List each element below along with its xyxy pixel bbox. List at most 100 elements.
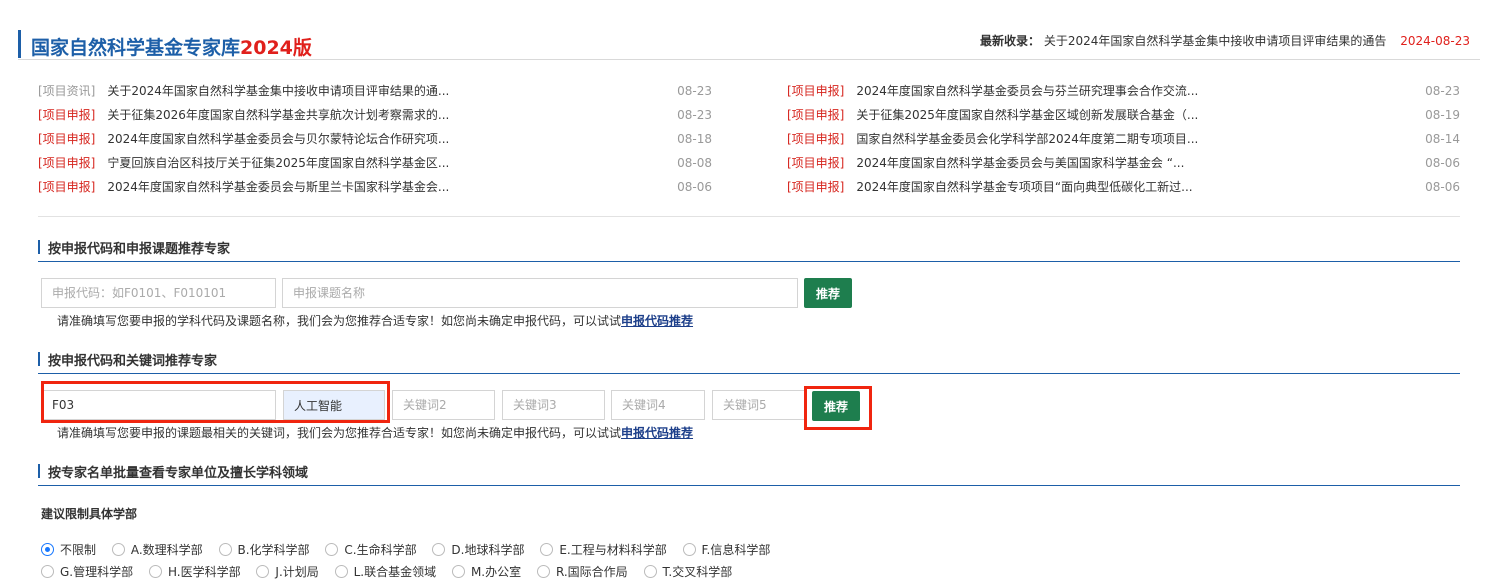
radio-option[interactable]: M.办公室	[451, 563, 522, 580]
section2-hint: 请准确填写您要申报的课题最相关的关键词，我们会为您推荐合适专家！如您尚未确定申报…	[57, 424, 693, 441]
news-item[interactable]: [项目申报] 2024年度国家自然科学基金专项项目“面向典型低碳化工新过... 08…	[787, 178, 1462, 202]
radio-icon[interactable]	[451, 565, 465, 578]
news-item[interactable]: [项目申报] 关于征集2025年度国家自然科学基金区域创新发展联合基金（... 08…	[787, 106, 1462, 130]
radio-option[interactable]: B.化学科学部	[218, 541, 310, 558]
radio-option[interactable]: A.数理科学部	[111, 541, 203, 558]
keyword3-input[interactable]	[502, 390, 605, 420]
radio-option[interactable]: L.联合基金领域	[334, 563, 436, 580]
radio-option[interactable]: E.工程与材料科学部	[540, 541, 667, 558]
section-code-keyword-header: 按申报代码和关键词推荐专家	[38, 350, 1460, 374]
department-filter-label: 建议限制具体学部	[41, 507, 138, 521]
radio-icon[interactable]	[643, 565, 657, 578]
keyword4-input[interactable]	[611, 390, 705, 420]
news-category: [项目申报]	[38, 156, 96, 170]
apply-code-input[interactable]	[41, 278, 276, 308]
news-date: 08-06	[1425, 180, 1460, 194]
section-expert-list-header: 按专家名单批量查看专家单位及擅长学科领域	[38, 462, 1460, 486]
news-list-left: [项目资讯] 关于2024年国家自然科学基金集中接收申请项目评审结果的通... 08…	[38, 82, 748, 202]
news-date: 08-14	[1425, 132, 1460, 146]
news-item[interactable]: [项目申报] 2024年度国家自然科学基金委员会与贝尔蒙特论坛合作研究项... 08…	[38, 130, 748, 154]
radio-option[interactable]: G.管理科学部	[41, 563, 133, 580]
section-title: 按申报代码和申报课题推荐专家	[48, 242, 231, 257]
latest-link[interactable]: 关于2024年国家自然科学基金集中接收申请项目评审结果的通告	[1044, 34, 1387, 48]
radio-option[interactable]: C.生命科学部	[325, 541, 417, 558]
radio-icon[interactable]	[540, 543, 554, 556]
radio-label: G.管理科学部	[60, 565, 134, 579]
radio-icon[interactable]	[432, 543, 446, 556]
topic-name-input[interactable]	[282, 278, 798, 308]
news-title[interactable]: 2024年度国家自然科学基金专项项目“面向典型低碳化工新过...	[856, 180, 1192, 194]
radio-icon[interactable]	[41, 565, 54, 578]
news-date: 08-19	[1425, 108, 1460, 122]
news-date: 08-06	[677, 180, 712, 194]
code-recommend-link[interactable]: 申报代码推荐	[621, 426, 693, 440]
radio-label: 不限制	[60, 543, 97, 557]
news-title[interactable]: 关于征集2025年度国家自然科学基金区域创新发展联合基金（...	[856, 108, 1198, 122]
radio-icon[interactable]	[256, 565, 270, 578]
news-item[interactable]: [项目资讯] 关于2024年国家自然科学基金集中接收申请项目评审结果的通... 08…	[38, 82, 748, 106]
radio-label: H.医学科学部	[167, 565, 241, 579]
news-item[interactable]: [项目申报] 关于征集2026年度国家自然科学基金共享航次计划考察需求的... 08…	[38, 106, 748, 130]
radio-option[interactable]: T.交叉科学部	[643, 563, 733, 580]
radio-option[interactable]: F.信息科学部	[682, 541, 771, 558]
news-divider	[38, 216, 1460, 217]
department-radio-row-1: 不限制 A.数理科学部 B.化学科学部 C.生命科学部 D.地球科学部 E.工程…	[41, 541, 782, 559]
section-title: 按申报代码和关键词推荐专家	[48, 354, 218, 369]
latest-date: 2024-08-23	[1400, 34, 1470, 48]
radio-icon[interactable]	[682, 543, 696, 556]
section-accent-bar	[38, 464, 40, 478]
radio-icon[interactable]	[148, 565, 162, 578]
news-category: [项目申报]	[38, 108, 96, 122]
news-title[interactable]: 关于2024年国家自然科学基金集中接收申请项目评审结果的通...	[107, 84, 449, 98]
news-title[interactable]: 国家自然科学基金委员会化学科学部2024年度第二期专项项目...	[856, 132, 1198, 146]
news-date: 08-23	[677, 108, 712, 122]
radio-option[interactable]: D.地球科学部	[432, 541, 524, 558]
news-date: 08-18	[677, 132, 712, 146]
radio-icon[interactable]	[325, 543, 339, 556]
news-category: [项目申报]	[787, 108, 845, 122]
radio-label: M.办公室	[470, 565, 522, 579]
radio-label: D.地球科学部	[451, 543, 525, 557]
news-item[interactable]: [项目申报] 宁夏回族自治区科技厅关于征集2025年度国家自然科学基金区... 08…	[38, 154, 748, 178]
keyword5-input[interactable]	[712, 390, 806, 420]
radio-icon[interactable]	[536, 565, 550, 578]
page-header: 国家自然科学基金专家库2024版 最新收录： 关于2024年国家自然科学基金集中…	[18, 30, 1480, 60]
site-title-text: 国家自然科学基金专家库	[31, 37, 241, 59]
news-item[interactable]: [项目申报] 2024年度国家自然科学基金委员会与斯里兰卡国家科学基金会... 08…	[38, 178, 748, 202]
recommend-button[interactable]: 推荐	[812, 391, 860, 421]
radio-option[interactable]: J.计划局	[256, 563, 319, 580]
keyword1-input[interactable]	[283, 390, 385, 420]
radio-option[interactable]: 不限制	[41, 541, 96, 558]
department-radio-row-2: G.管理科学部 H.医学科学部 J.计划局 L.联合基金领域 M.办公室 R.国…	[41, 563, 744, 581]
news-title[interactable]: 2024年度国家自然科学基金委员会与贝尔蒙特论坛合作研究项...	[107, 132, 449, 146]
news-title[interactable]: 2024年度国家自然科学基金委员会与芬兰研究理事会合作交流...	[856, 84, 1198, 98]
news-title[interactable]: 关于征集2026年度国家自然科学基金共享航次计划考察需求的...	[107, 108, 449, 122]
news-title[interactable]: 2024年度国家自然科学基金委员会与美国国家科学基金会 “...	[856, 156, 1184, 170]
news-item[interactable]: [项目申报] 2024年度国家自然科学基金委员会与芬兰研究理事会合作交流... 08…	[787, 82, 1462, 106]
radio-option[interactable]: H.医学科学部	[148, 563, 241, 580]
news-item[interactable]: [项目申报] 2024年度国家自然科学基金委员会与美国国家科学基金会 “... 08…	[787, 154, 1462, 178]
radio-label: E.工程与材料科学部	[559, 543, 667, 557]
radio-option[interactable]: R.国际合作局	[536, 563, 628, 580]
recommend-button[interactable]: 推荐	[804, 278, 852, 308]
code-recommend-link[interactable]: 申报代码推荐	[621, 314, 693, 328]
radio-icon[interactable]	[334, 565, 348, 578]
apply-code-input[interactable]	[41, 390, 276, 420]
news-title[interactable]: 2024年度国家自然科学基金委员会与斯里兰卡国家科学基金会...	[107, 180, 449, 194]
radio-label: J.计划局	[275, 565, 319, 579]
news-category: [项目申报]	[787, 180, 845, 194]
radio-label: F.信息科学部	[701, 543, 771, 557]
news-category: [项目申报]	[787, 132, 845, 146]
news-title[interactable]: 宁夏回族自治区科技厅关于征集2025年度国家自然科学基金区...	[107, 156, 449, 170]
radio-icon[interactable]	[111, 543, 125, 556]
latest-notice: 最新收录： 关于2024年国家自然科学基金集中接收申请项目评审结果的通告 202…	[980, 32, 1470, 49]
hint-text: 请准确填写您要申报的学科代码及课题名称，我们会为您推荐合适专家！如您尚未确定申报…	[57, 314, 622, 328]
radio-label: T.交叉科学部	[662, 565, 733, 579]
keyword2-input[interactable]	[392, 390, 495, 420]
news-date: 08-23	[677, 84, 712, 98]
news-item[interactable]: [项目申报] 国家自然科学基金委员会化学科学部2024年度第二期专项项目... 08…	[787, 130, 1462, 154]
news-date: 08-06	[1425, 156, 1460, 170]
radio-icon[interactable]	[218, 543, 232, 556]
radio-selected-icon[interactable]	[41, 543, 54, 556]
site-title[interactable]: 国家自然科学基金专家库2024版	[31, 33, 312, 60]
